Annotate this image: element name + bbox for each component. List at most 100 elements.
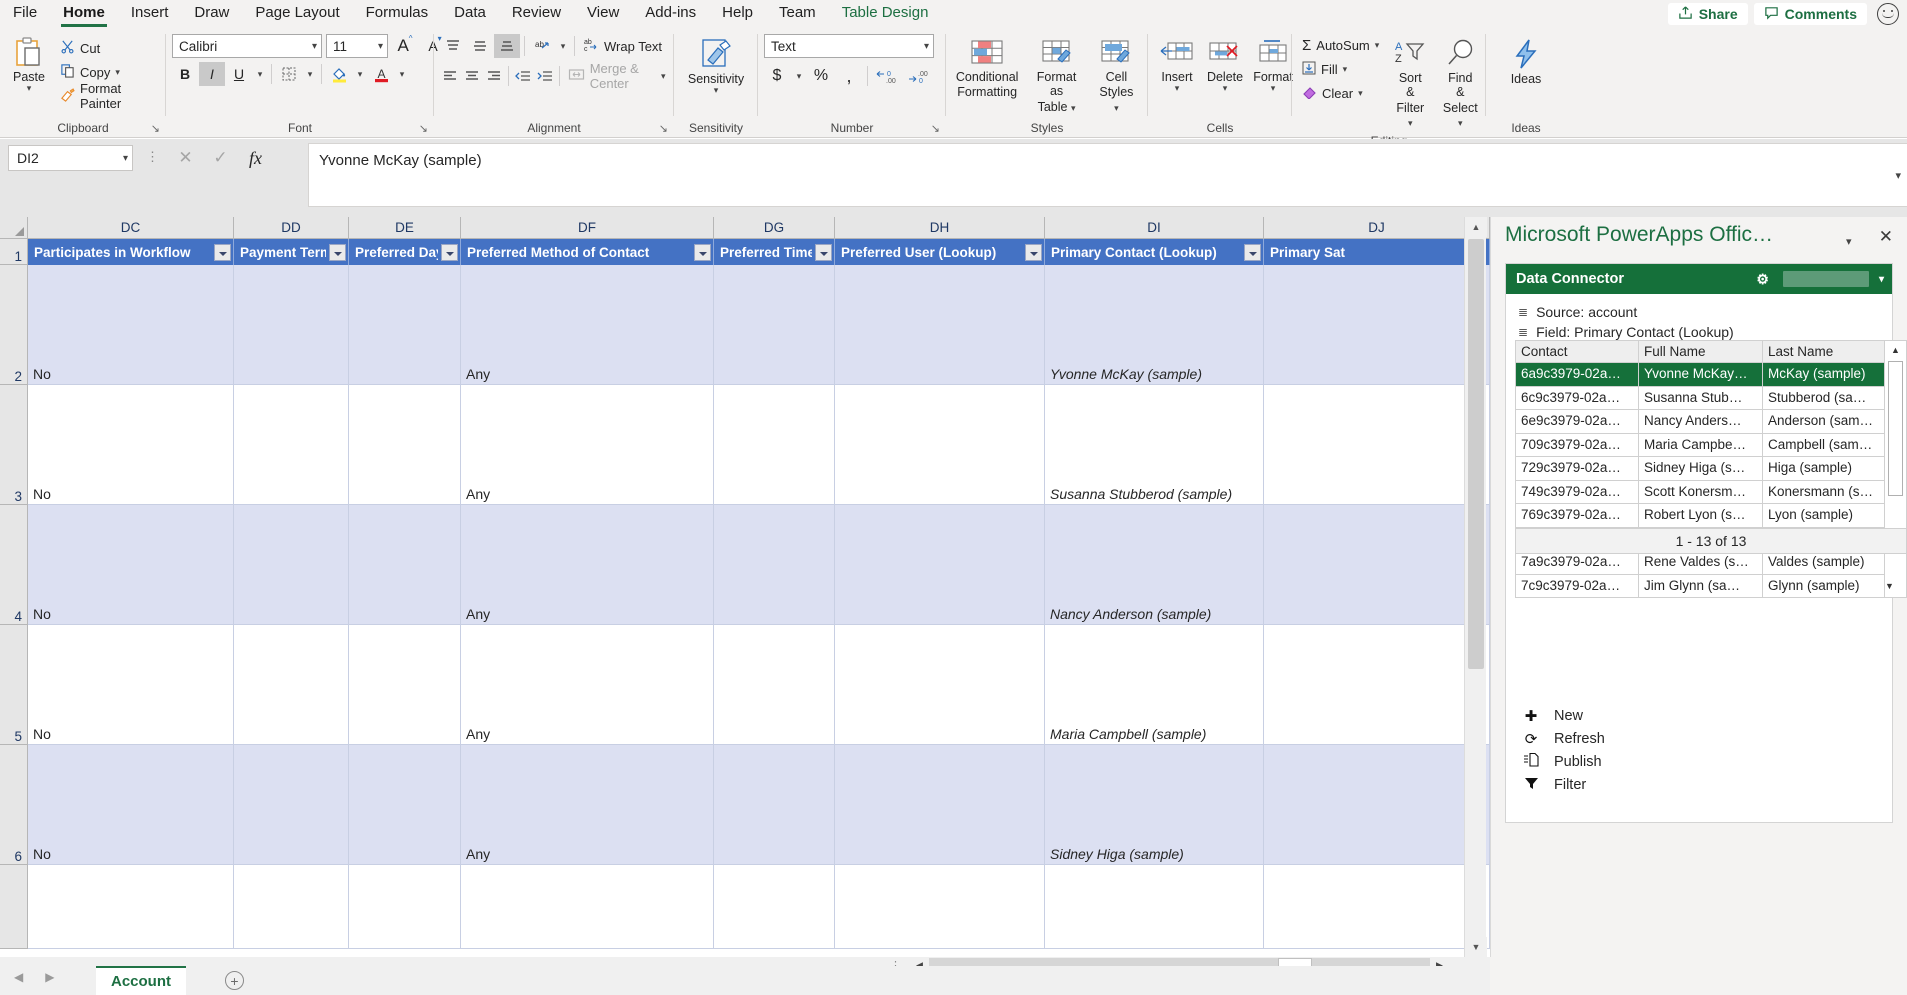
align-left-button[interactable] [440,64,461,88]
fill-color-chevron-down-icon[interactable]: ▾ [353,62,367,86]
row-header-6[interactable]: 6 [0,745,28,865]
cell-dg3[interactable] [714,385,835,505]
cell-di2[interactable]: Yvonne McKay (sample) [1045,265,1264,385]
cell-di7[interactable] [1045,865,1264,949]
cell-dh5[interactable] [835,625,1045,745]
vertical-scrollbar-thumb[interactable] [1468,239,1484,669]
sensitivity-chevron-down-icon[interactable]: ▾ [714,86,719,94]
decrease-decimal-button[interactable]: .000 [905,64,935,88]
table-header-primary-contact-lookup[interactable]: Primary Contact (Lookup) [1045,239,1264,265]
cell-styles-button[interactable]: Cell Styles ▾ [1091,32,1142,117]
conditional-formatting-button[interactable]: Conditional Formatting [952,32,1022,103]
increase-font-size-button[interactable]: A^ [392,34,418,58]
filter-dropdown-icon[interactable] [1025,244,1042,261]
formula-input[interactable]: Yvonne McKay (sample) [308,143,1907,207]
lookup-col-last-name[interactable]: Last Name [1762,340,1885,363]
comma-format-button[interactable]: , [836,64,862,88]
ribbon-tab-help[interactable]: Help [709,0,766,28]
cell-di4[interactable]: Nancy Anderson (sample) [1045,505,1264,625]
fill-button[interactable]: Fill ▾ [1298,57,1383,81]
cell-dj6[interactable] [1264,745,1490,865]
font-name-chevron-down-icon[interactable]: ▾ [308,41,317,52]
format-as-table-button[interactable]: Format as Table ▾ [1024,32,1088,117]
cell-dc5[interactable]: No [28,625,234,745]
lookup-scrollbar-thumb[interactable] [1888,361,1903,496]
increase-indent-button[interactable] [534,64,555,88]
cell-dc7[interactable] [28,865,234,949]
number-dialog-launcher[interactable]: ↘ [931,121,940,137]
scroll-up-arrow-icon[interactable]: ▲ [1465,217,1487,237]
insert-chevron-down-icon[interactable]: ▾ [1175,84,1180,92]
align-bottom-button[interactable] [494,34,520,58]
cell-dg4[interactable] [714,505,835,625]
cell-dd5[interactable] [234,625,349,745]
refresh-button[interactable]: ⟳ Refresh [1522,727,1782,750]
wrap-text-button[interactable]: abc Wrap Text [579,34,666,58]
format-cells-button[interactable]: Format ▾ [1250,32,1296,95]
table-header-participates-in-workflow[interactable]: Participates in Workflow [28,239,234,265]
account-name-redacted[interactable] [1783,271,1869,287]
cell-de6[interactable] [349,745,461,865]
delete-cells-button[interactable]: Delete ▾ [1202,32,1248,95]
cell-dh4[interactable] [835,505,1045,625]
cell-di3[interactable]: Susanna Stubberod (sample) [1045,385,1264,505]
clipboard-dialog-launcher[interactable]: ↘ [151,121,160,137]
orientation-button[interactable]: ab [529,34,555,58]
cell-df2[interactable]: Any [461,265,714,385]
new-record-button[interactable]: ✚ New [1522,704,1782,727]
table-header-preferred-day[interactable]: Preferred Day [349,239,461,265]
merge-and-center-button[interactable]: Merge & Center ▾ [564,64,670,88]
lookup-row[interactable]: 6e9c3979-02a… Nancy Anders… Anderson (sa… [1515,410,1885,434]
lookup-col-contact[interactable]: Contact [1515,340,1638,363]
column-header-de[interactable]: DE [349,217,461,239]
cell-df7[interactable] [461,865,714,949]
alignment-dialog-launcher[interactable]: ↘ [659,121,668,137]
row-header-3[interactable]: 3 [0,385,28,505]
grid-vertical-scrollbar[interactable]: ▲ ▼ [1464,217,1486,957]
bold-button[interactable]: B [172,62,198,86]
name-box[interactable]: DI2 ▾ [8,145,133,171]
row-header-2[interactable]: 2 [0,265,28,385]
column-header-dc[interactable]: DC [28,217,234,239]
lookup-row[interactable]: 6c9c3979-02a… Susanna Stub… Stubberod (s… [1515,387,1885,411]
cell-df5[interactable]: Any [461,625,714,745]
column-header-dg[interactable]: DG [714,217,835,239]
cell-di6[interactable]: Sidney Higa (sample) [1045,745,1264,865]
ribbon-tab-data[interactable]: Data [441,0,499,28]
cell-de5[interactable] [349,625,461,745]
column-header-dh[interactable]: DH [835,217,1045,239]
align-right-button[interactable] [483,64,504,88]
copy-chevron-down-icon[interactable]: ▾ [115,68,120,76]
filter-dropdown-icon[interactable] [815,244,832,261]
lookup-row[interactable]: 7a9c3979-02a… Rene Valdes (s… Valdes (sa… [1515,551,1885,575]
lookup-scroll-up-arrow-icon[interactable]: ▲ [1885,341,1906,359]
lookup-scroll-down-arrow-icon[interactable]: ▼ [1885,577,1894,595]
cell-de2[interactable] [349,265,461,385]
cell-di5[interactable]: Maria Campbell (sample) [1045,625,1264,745]
number-format-chevron-down-icon[interactable]: ▾ [920,41,929,52]
font-color-chevron-down-icon[interactable]: ▾ [395,62,409,86]
autosum-chevron-down-icon[interactable]: ▾ [1375,41,1380,49]
lookup-row[interactable]: 749c3979-02a… Scott Konersm… Konersmann … [1515,481,1885,505]
sensitivity-button[interactable]: Sensitivity ▾ [682,34,750,97]
table-header-preferred-method-of-contact[interactable]: Preferred Method of Contact [461,239,714,265]
formula-bar-drag-handle[interactable]: ⋮ [146,149,160,165]
column-header-dj[interactable]: DJ [1264,217,1490,239]
cell-dh2[interactable] [835,265,1045,385]
format-painter-button[interactable]: Format Painter [56,84,160,108]
decrease-indent-button[interactable] [513,64,534,88]
percent-format-button[interactable]: % [808,64,834,88]
cell-dj3[interactable] [1264,385,1490,505]
filter-dropdown-icon[interactable] [694,244,711,261]
clear-button[interactable]: Clear ▾ [1298,81,1383,105]
cell-dd6[interactable] [234,745,349,865]
ideas-button[interactable]: Ideas [1503,34,1549,89]
orientation-chevron-down-icon[interactable]: ▾ [556,34,570,58]
autosum-button[interactable]: Σ AutoSum ▾ [1298,33,1383,57]
cell-dh6[interactable] [835,745,1045,865]
paste-chevron-down-icon[interactable]: ▾ [27,84,32,92]
comments-button[interactable]: Comments [1754,3,1867,25]
cell-dc4[interactable]: No [28,505,234,625]
cell-dg2[interactable] [714,265,835,385]
column-header-dd[interactable]: DD [234,217,349,239]
